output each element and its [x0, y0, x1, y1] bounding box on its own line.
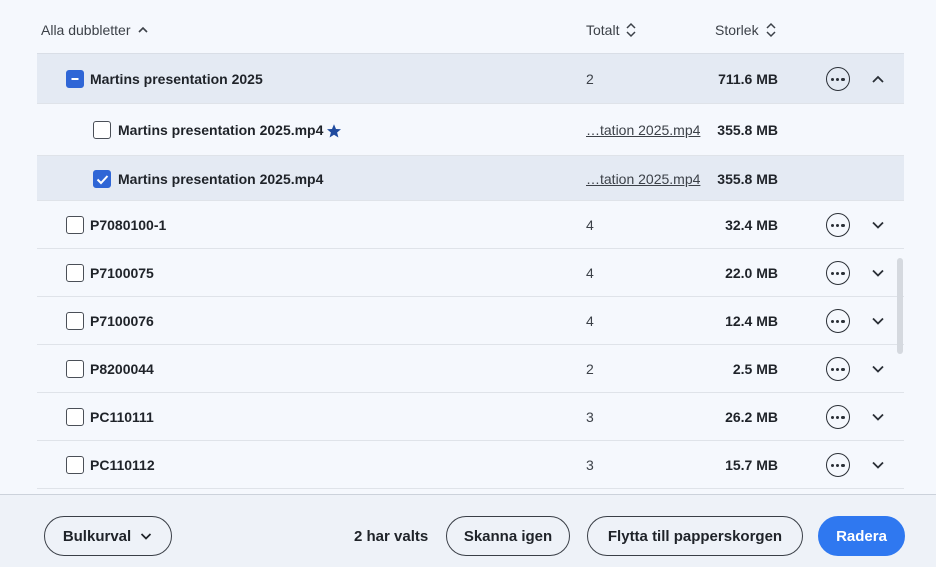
star-icon [327, 124, 341, 138]
size-column-label: Storlek [715, 22, 759, 38]
more-options-icon[interactable] [826, 213, 850, 237]
chevron-down-icon[interactable] [870, 457, 886, 473]
total-column-header[interactable]: Totalt [586, 22, 637, 38]
chevron-down-icon[interactable] [870, 265, 886, 281]
scrollbar-thumb[interactable] [897, 258, 903, 354]
group-checkbox[interactable] [66, 360, 84, 378]
file-checkbox[interactable] [93, 121, 111, 139]
selection-count: 2 har valts [354, 528, 429, 545]
rescan-button[interactable]: Skanna igen [446, 516, 570, 556]
group-row[interactable]: P7080100-1 4 32.4 MB [37, 201, 904, 249]
more-options-icon[interactable] [826, 261, 850, 285]
bulk-select-label: Bulkurval [62, 527, 132, 545]
file-row[interactable]: Martins presentation 2025.mp4 …tation 20… [37, 156, 904, 201]
move-to-trash-button[interactable]: Flytta till papperskorgen [587, 516, 803, 556]
group-size: 15.7 MB [725, 457, 778, 473]
group-checkbox[interactable] [66, 408, 84, 426]
group-name: Martins presentation 2025 [90, 71, 263, 87]
group-row[interactable]: P7100076 4 12.4 MB [37, 297, 904, 345]
chevron-down-icon [141, 533, 152, 540]
bulk-select-button[interactable]: Bulkurval [44, 516, 172, 556]
group-checkbox-partial[interactable] [66, 70, 84, 88]
chevron-down-icon[interactable] [870, 361, 886, 377]
more-options-icon[interactable] [826, 67, 850, 91]
group-size: 32.4 MB [725, 217, 778, 233]
group-size: 22.0 MB [725, 265, 778, 281]
chevron-down-icon[interactable] [870, 313, 886, 329]
group-row[interactable]: P7100075 4 22.0 MB [37, 249, 904, 297]
group-name: P8200044 [90, 361, 154, 377]
group-size: 711.6 MB [718, 71, 778, 87]
duplicates-list: Martins presentation 2025 2 711.6 MB Mar… [37, 54, 904, 494]
more-options-icon[interactable] [826, 357, 850, 381]
group-size: 26.2 MB [725, 409, 778, 425]
file-row[interactable]: Martins presentation 2025.mp4 …tation 20… [37, 104, 904, 156]
group-checkbox[interactable] [66, 216, 84, 234]
file-path-link[interactable]: …tation 2025.mp4 [586, 122, 700, 138]
group-count: 3 [586, 457, 594, 473]
more-options-icon[interactable] [826, 453, 850, 477]
sort-icon [766, 22, 776, 38]
group-count: 3 [586, 409, 594, 425]
group-count: 2 [586, 71, 594, 87]
file-checkbox-checked[interactable] [93, 170, 111, 188]
group-count: 4 [586, 265, 594, 281]
sort-ascending-icon [137, 26, 148, 33]
action-bar: Bulkurval 2 har valts Skanna igen Flytta… [0, 494, 936, 567]
group-row[interactable]: PC110111 3 26.2 MB [37, 393, 904, 441]
total-column-label: Totalt [586, 22, 620, 38]
group-checkbox[interactable] [66, 312, 84, 330]
group-name: P7100076 [90, 313, 154, 329]
group-count: 4 [586, 313, 594, 329]
group-count: 2 [586, 361, 594, 377]
delete-button[interactable]: Radera [818, 516, 905, 556]
file-name: Martins presentation 2025.mp4 [118, 122, 324, 138]
group-checkbox[interactable] [66, 264, 84, 282]
chevron-down-icon[interactable] [870, 409, 886, 425]
group-size: 2.5 MB [732, 361, 778, 377]
checkmark-icon [96, 175, 109, 185]
group-checkbox[interactable] [66, 456, 84, 474]
group-row[interactable]: PC110112 3 15.7 MB [37, 441, 904, 489]
group-row[interactable]: P8200044 2 2.5 MB [37, 345, 904, 393]
name-column-label: Alla dubbletter [41, 22, 131, 38]
sort-icon [626, 22, 636, 38]
group-size: 12.4 MB [725, 313, 778, 329]
group-row[interactable]: Martins presentation 2025 2 711.6 MB [37, 54, 904, 104]
group-count: 4 [586, 217, 594, 233]
chevron-up-icon[interactable] [870, 71, 886, 87]
file-size: 355.8 MB [717, 171, 778, 187]
file-name: Martins presentation 2025.mp4 [118, 171, 324, 187]
chevron-down-icon[interactable] [870, 217, 886, 233]
indeterminate-icon [71, 78, 79, 80]
file-size: 355.8 MB [717, 122, 778, 138]
group-name: PC110112 [90, 457, 155, 473]
group-name: P7100075 [90, 265, 154, 281]
group-name: P7080100-1 [90, 217, 167, 233]
more-options-icon[interactable] [826, 405, 850, 429]
group-name: PC110111 [90, 409, 154, 425]
file-path-link[interactable]: …tation 2025.mp4 [586, 171, 700, 187]
more-options-icon[interactable] [826, 309, 850, 333]
size-column-header[interactable]: Storlek [715, 22, 777, 38]
table-header: Alla dubbletter Totalt Storlek [37, 0, 904, 54]
name-column-header[interactable]: Alla dubbletter [41, 22, 149, 38]
